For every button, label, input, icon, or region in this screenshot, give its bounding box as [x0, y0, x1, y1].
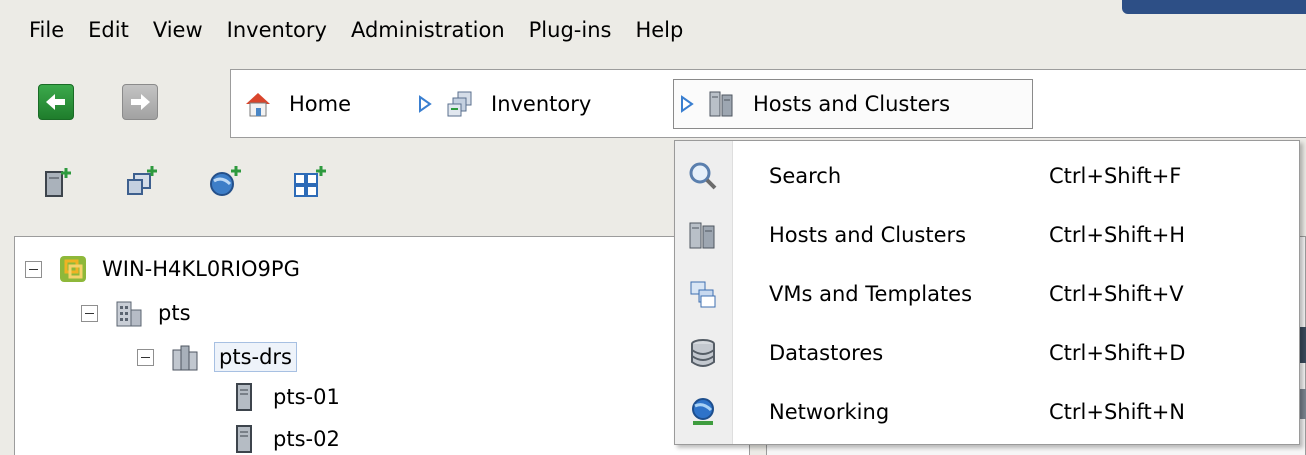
tree-node-host[interactable]: pts-02	[229, 419, 340, 455]
datastore-icon	[691, 339, 715, 367]
breadcrumb-separator-icon	[681, 94, 694, 113]
menu-help[interactable]: Help	[624, 10, 694, 50]
breadcrumb-inventory[interactable]: Inventory	[417, 70, 591, 137]
menu-view[interactable]: View	[142, 10, 214, 50]
inventory-tree[interactable]: WIN-H4KL0RIO9PG pts pts-drs pts-01 pts-0…	[14, 236, 750, 455]
inventory-dropdown-menu: Search Ctrl+Shift+F Hosts and Clusters C…	[674, 140, 1300, 445]
back-button[interactable]	[38, 84, 74, 120]
inventory-icon	[447, 91, 472, 116]
menu-item-networking[interactable]: Networking Ctrl+Shift+N	[675, 383, 1299, 441]
breadcrumb-home[interactable]: Home	[243, 70, 351, 137]
hosts-clusters-icon	[709, 91, 733, 116]
back-arrow-icon	[46, 94, 65, 110]
collapse-toggle[interactable]	[25, 260, 42, 278]
new-resource-pool-icon[interactable]	[292, 164, 328, 198]
hosts-clusters-icon	[689, 222, 715, 249]
forward-arrow-icon	[131, 94, 150, 110]
host-icon	[236, 383, 252, 411]
menu-file[interactable]: File	[18, 10, 75, 50]
datacenter-icon	[116, 301, 142, 327]
menu-edit[interactable]: Edit	[77, 10, 140, 50]
collapse-toggle[interactable]	[137, 348, 154, 366]
new-host-icon[interactable]	[40, 164, 76, 198]
vms-templates-icon	[690, 281, 716, 308]
tree-node-vcenter[interactable]: WIN-H4KL0RIO9PG	[25, 249, 300, 289]
forward-button[interactable]	[122, 84, 158, 120]
breadcrumb: Home Inventory Hosts and Clusters	[230, 69, 1306, 138]
new-cluster-icon[interactable]	[124, 164, 160, 198]
menu-bar: File Edit View Inventory Administration …	[0, 0, 1306, 60]
search-icon	[689, 162, 717, 190]
tree-node-host[interactable]: pts-01	[229, 377, 340, 417]
host-icon	[236, 425, 252, 453]
cluster-icon	[172, 345, 198, 371]
networking-icon	[692, 398, 714, 425]
menu-administration[interactable]: Administration	[340, 10, 516, 50]
breadcrumb-separator-icon	[419, 94, 432, 113]
menu-item-hosts-and-clusters[interactable]: Hosts and Clusters Ctrl+Shift+H	[675, 206, 1299, 264]
menu-inventory[interactable]: Inventory	[216, 10, 338, 50]
breadcrumb-hosts-and-clusters[interactable]: Hosts and Clusters	[679, 70, 950, 137]
tree-node-datacenter[interactable]: pts	[81, 293, 191, 333]
selected-node-label: pts-drs	[214, 342, 297, 372]
vcenter-icon	[60, 256, 86, 282]
collapse-toggle[interactable]	[81, 304, 98, 322]
menu-item-datastores[interactable]: Datastores Ctrl+Shift+D	[675, 324, 1299, 382]
new-datacenter-icon[interactable]	[208, 164, 244, 198]
home-icon	[246, 92, 270, 116]
tree-node-cluster[interactable]: pts-drs	[137, 337, 297, 377]
menu-item-search[interactable]: Search Ctrl+Shift+F	[675, 147, 1299, 205]
menu-plugins[interactable]: Plug-ins	[518, 10, 623, 50]
menu-item-vms-and-templates[interactable]: VMs and Templates Ctrl+Shift+V	[675, 265, 1299, 323]
